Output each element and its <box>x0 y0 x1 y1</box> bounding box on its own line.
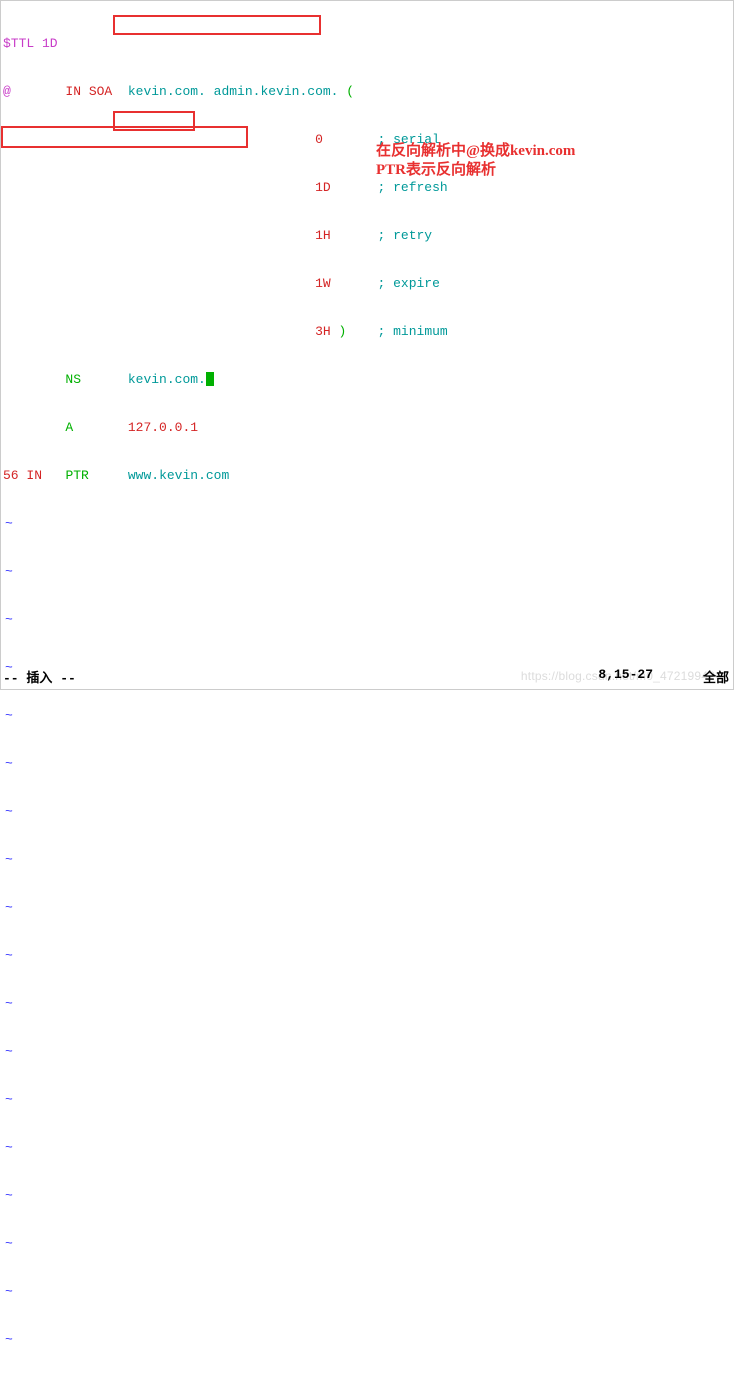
code-line: 1H ; retry <box>3 228 731 244</box>
in-soa: IN SOA <box>65 84 112 100</box>
empty-line-tilde: ~ <box>3 756 731 772</box>
minimum-comment: ; minimum <box>378 324 448 340</box>
annotation-line1: 在反向解析中@换成kevin.com <box>376 142 575 161</box>
empty-line-tilde: ~ <box>3 804 731 820</box>
at-symbol: @ <box>3 84 11 100</box>
expire-value: 1W <box>315 276 331 292</box>
ptr-record: PTR <box>65 468 88 484</box>
empty-line-tilde: ~ <box>3 1236 731 1252</box>
vim-mode: -- 插入 -- <box>3 667 76 686</box>
vim-statusbar: -- 插入 -- 8,15-27 全部 <box>1 667 733 685</box>
vim-editor[interactable]: $TTL 1D @ IN SOA kevin.com. admin.kevin.… <box>1 1 733 1380</box>
serial-value: 0 <box>315 132 323 148</box>
annotation-line2: PTR表示反向解析 <box>376 161 496 180</box>
ptr-in: IN <box>26 468 42 484</box>
a-address: 127.0.0.1 <box>128 420 198 436</box>
code-line: @ IN SOA kevin.com. admin.kevin.com. ( <box>3 84 731 100</box>
ns-host: kevin.com. <box>128 372 206 388</box>
empty-line-tilde: ~ <box>3 900 731 916</box>
minimum-value: 3H <box>315 324 331 340</box>
empty-line-tilde: ~ <box>3 708 731 724</box>
ttl-directive: $TTL 1D <box>3 36 58 52</box>
retry-comment: ; retry <box>377 228 432 244</box>
code-line: A 127.0.0.1 <box>3 420 731 436</box>
code-line: 0 ; serial <box>3 132 731 148</box>
ptr-host: www.kevin.com <box>128 468 229 484</box>
code-line: NS kevin.com. <box>3 372 731 388</box>
code-line: 56 IN PTR www.kevin.com <box>3 468 731 484</box>
soa-host: kevin.com. admin.kevin.com. <box>128 84 339 100</box>
retry-value: 1H <box>315 228 331 244</box>
empty-line-tilde: ~ <box>3 516 731 532</box>
paren-close: ) <box>338 324 346 340</box>
empty-line-tilde: ~ <box>3 564 731 580</box>
refresh-value: 1D <box>315 180 331 196</box>
empty-line-tilde: ~ <box>3 612 731 628</box>
empty-line-tilde: ~ <box>3 948 731 964</box>
ptr-num: 56 <box>3 468 19 484</box>
ns-record: NS <box>65 372 81 388</box>
code-line: $TTL 1D <box>3 36 731 52</box>
code-line: 1W ; expire <box>3 276 731 292</box>
empty-line-tilde: ~ <box>3 1332 731 1348</box>
empty-line-tilde: ~ <box>3 1092 731 1108</box>
refresh-comment: ; refresh <box>377 180 447 196</box>
empty-line-tilde: ~ <box>3 1188 731 1204</box>
empty-line-tilde: ~ <box>3 1044 731 1060</box>
cursor <box>206 372 214 386</box>
empty-line-tilde: ~ <box>3 852 731 868</box>
a-record: A <box>65 420 73 436</box>
code-line: 1D ; refresh <box>3 180 731 196</box>
empty-line-tilde: ~ <box>3 1140 731 1156</box>
paren-open: ( <box>346 84 354 100</box>
empty-line-tilde: ~ <box>3 996 731 1012</box>
code-line: 3H ) ; minimum <box>3 324 731 340</box>
empty-line-tilde: ~ <box>3 1284 731 1300</box>
scroll-indicator: 全部 <box>703 667 729 686</box>
expire-comment: ; expire <box>377 276 439 292</box>
cursor-position: 8,15-27 <box>598 667 653 682</box>
